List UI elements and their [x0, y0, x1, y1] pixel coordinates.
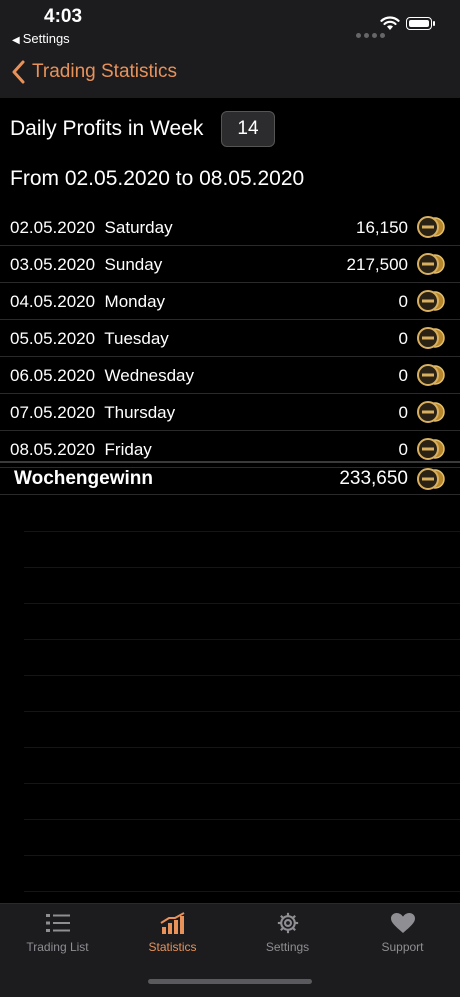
weekly-total-row: Wochengewinn 233,650 — [0, 461, 460, 495]
coin-icon — [417, 253, 445, 275]
back-button-label: Trading Statistics — [32, 61, 178, 82]
tab-settings[interactable]: Settings — [230, 912, 345, 954]
day-profit-value: 0 — [398, 403, 408, 422]
total-value: 233,650 — [339, 468, 408, 489]
list-icon — [45, 914, 70, 932]
tab-statistics[interactable]: Statistics — [115, 912, 230, 954]
day-profit-value: 0 — [398, 440, 408, 459]
day-label: 06.05.2020 Wednesday — [10, 366, 195, 385]
coin-icon — [417, 327, 445, 349]
day-profit-value: 0 — [398, 366, 408, 385]
coin-icon — [417, 216, 445, 238]
day-profit-value: 217,500 — [346, 255, 408, 274]
tab-label: Settings — [265, 940, 310, 954]
list-item: 05.05.2020 Tuesday 0 — [0, 320, 460, 357]
battery-icon — [406, 17, 435, 30]
day-profit-value: 0 — [398, 329, 408, 348]
chevron-left-icon — [12, 60, 25, 84]
list-item: 03.05.2020 Sunday 217,500 — [0, 246, 460, 283]
empty-list-area — [24, 496, 460, 902]
coin-icon — [417, 438, 445, 460]
status-bar: 4:03 ◀ Settings — [0, 0, 460, 50]
tab-support[interactable]: Support — [345, 912, 460, 954]
day-label: 03.05.2020 Sunday — [10, 255, 163, 274]
navigation-bar: Trading Statistics — [0, 50, 460, 98]
chart-icon — [159, 912, 184, 934]
back-to-app-link[interactable]: ◀ Settings — [12, 31, 70, 46]
back-triangle-icon: ◀ — [12, 35, 20, 46]
coin-icon — [417, 364, 445, 386]
day-profit-value: 16,150 — [356, 218, 408, 237]
tab-trading-list[interactable]: Trading List — [0, 912, 115, 954]
back-button[interactable]: Trading Statistics — [12, 60, 177, 84]
week-number-field[interactable]: 14 — [221, 111, 275, 147]
week-title: Daily Profits in Week — [10, 117, 204, 140]
total-label: Wochengewinn — [14, 468, 153, 489]
heart-icon — [390, 913, 415, 933]
status-time: 4:03 — [44, 6, 83, 27]
back-app-label: Settings — [22, 31, 70, 46]
list-item: 02.05.2020 Saturday 16,150 — [0, 209, 460, 246]
list-item: 04.05.2020 Monday 0 — [0, 283, 460, 320]
home-indicator[interactable] — [148, 979, 312, 984]
coin-icon — [417, 401, 445, 423]
day-profit-value: 0 — [398, 292, 408, 311]
list-item: 06.05.2020 Wednesday 0 — [0, 357, 460, 394]
wifi-icon — [380, 16, 400, 30]
day-label: 04.05.2020 Monday — [10, 292, 166, 311]
date-range-title: From 02.05.2020 to 08.05.2020 — [10, 167, 305, 190]
tab-label: Trading List — [26, 940, 89, 954]
day-label: 08.05.2020 Friday — [10, 440, 152, 459]
day-label: 02.05.2020 Saturday — [10, 218, 173, 237]
coin-icon — [417, 468, 445, 490]
tab-label: Support — [381, 940, 424, 954]
day-label: 07.05.2020 Thursday — [10, 403, 176, 422]
day-label: 05.05.2020 Tuesday — [10, 329, 169, 348]
daily-profit-list: 02.05.2020 Saturday 16,150 03.05.2020 Su… — [0, 209, 460, 468]
tab-label: Statistics — [148, 940, 197, 954]
coin-icon — [417, 290, 445, 312]
gear-icon — [277, 912, 298, 934]
list-item: 07.05.2020 Thursday 0 — [0, 394, 460, 431]
